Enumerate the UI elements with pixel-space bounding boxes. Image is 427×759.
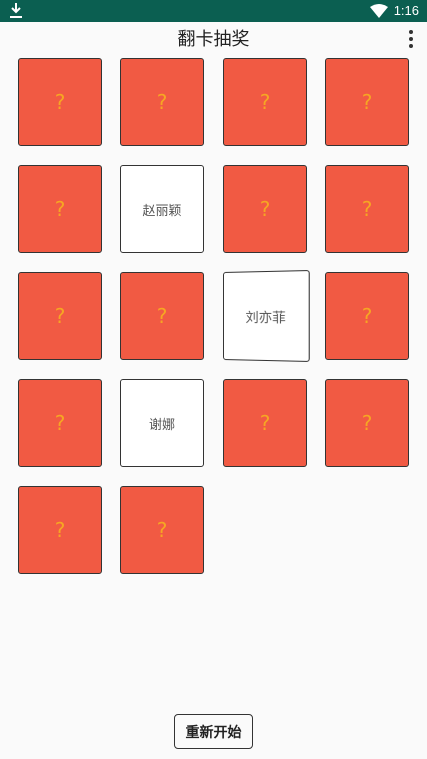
card-back[interactable]: ? xyxy=(18,379,102,467)
card-back[interactable]: ? xyxy=(223,379,307,467)
card-back[interactable]: ? xyxy=(325,379,409,467)
card-back[interactable]: ? xyxy=(325,272,409,360)
question-mark-label: ? xyxy=(259,411,271,435)
question-mark-label: ? xyxy=(361,411,373,435)
restart-button[interactable]: 重新开始 xyxy=(174,714,253,749)
card-back[interactable]: ? xyxy=(18,486,102,574)
card-back[interactable]: ? xyxy=(325,165,409,253)
card-name-label: 谢娜 xyxy=(148,417,175,433)
question-mark-label: ? xyxy=(156,90,168,114)
question-mark-label: ? xyxy=(156,518,168,542)
card-back[interactable]: ? xyxy=(120,272,204,360)
question-mark-label: ? xyxy=(54,197,66,221)
question-mark-label: ? xyxy=(259,197,271,221)
card-grid: ????? 赵丽颖???? 刘亦菲?? 谢娜???? xyxy=(0,0,427,700)
card-back[interactable]: ? xyxy=(120,486,204,574)
card-name-label: 刘亦菲 xyxy=(245,310,286,326)
card-back[interactable]: ? xyxy=(18,272,102,360)
card-back[interactable]: ? xyxy=(223,165,307,253)
card-back[interactable]: ? xyxy=(120,58,204,146)
card-back[interactable]: ? xyxy=(18,165,102,253)
question-mark-label: ? xyxy=(361,197,373,221)
question-mark-label: ? xyxy=(361,304,373,328)
question-mark-label: ? xyxy=(54,90,66,114)
card-back[interactable]: ? xyxy=(325,58,409,146)
card-revealed[interactable]: 赵丽颖 xyxy=(120,165,204,253)
card-revealed[interactable]: 谢娜 xyxy=(120,379,204,467)
question-mark-label: ? xyxy=(259,90,271,114)
card-back[interactable]: ? xyxy=(223,58,307,146)
question-mark-label: ? xyxy=(54,411,66,435)
card-revealed[interactable]: 刘亦菲 xyxy=(223,269,310,363)
question-mark-label: ? xyxy=(361,90,373,114)
question-mark-label: ? xyxy=(54,518,66,542)
question-mark-label: ? xyxy=(156,304,168,328)
card-name-label: 赵丽颖 xyxy=(142,203,182,219)
card-back[interactable]: ? xyxy=(18,58,102,146)
question-mark-label: ? xyxy=(54,304,66,328)
